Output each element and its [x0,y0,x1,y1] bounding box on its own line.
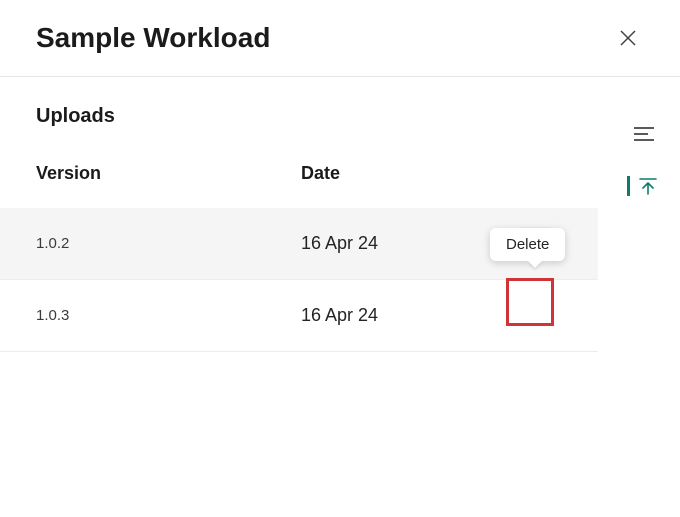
section-title: Uploads [0,77,680,138]
menu-button[interactable] [632,122,656,146]
upload-indicator [627,176,630,196]
header: Sample Workload [0,0,680,77]
hamburger-icon [634,127,654,141]
close-button[interactable] [612,22,644,54]
col-header-date: Date [301,163,491,184]
cell-date: 16 Apr 24 [301,305,491,326]
close-icon [619,29,637,47]
cell-version: 1.0.2 [36,235,301,252]
upload-to-top-icon [638,176,658,196]
upload-group [627,174,660,198]
cell-date: 16 Apr 24 [301,233,491,254]
table-header: Version Date [0,138,598,208]
side-controls [627,122,660,198]
page-title: Sample Workload [36,22,270,54]
cell-version: 1.0.3 [36,307,301,324]
upload-button[interactable] [636,174,660,198]
col-header-version: Version [36,163,301,184]
table-row[interactable]: 1.0.3 16 Apr 24 [0,280,598,352]
delete-tooltip: Delete [490,228,565,261]
